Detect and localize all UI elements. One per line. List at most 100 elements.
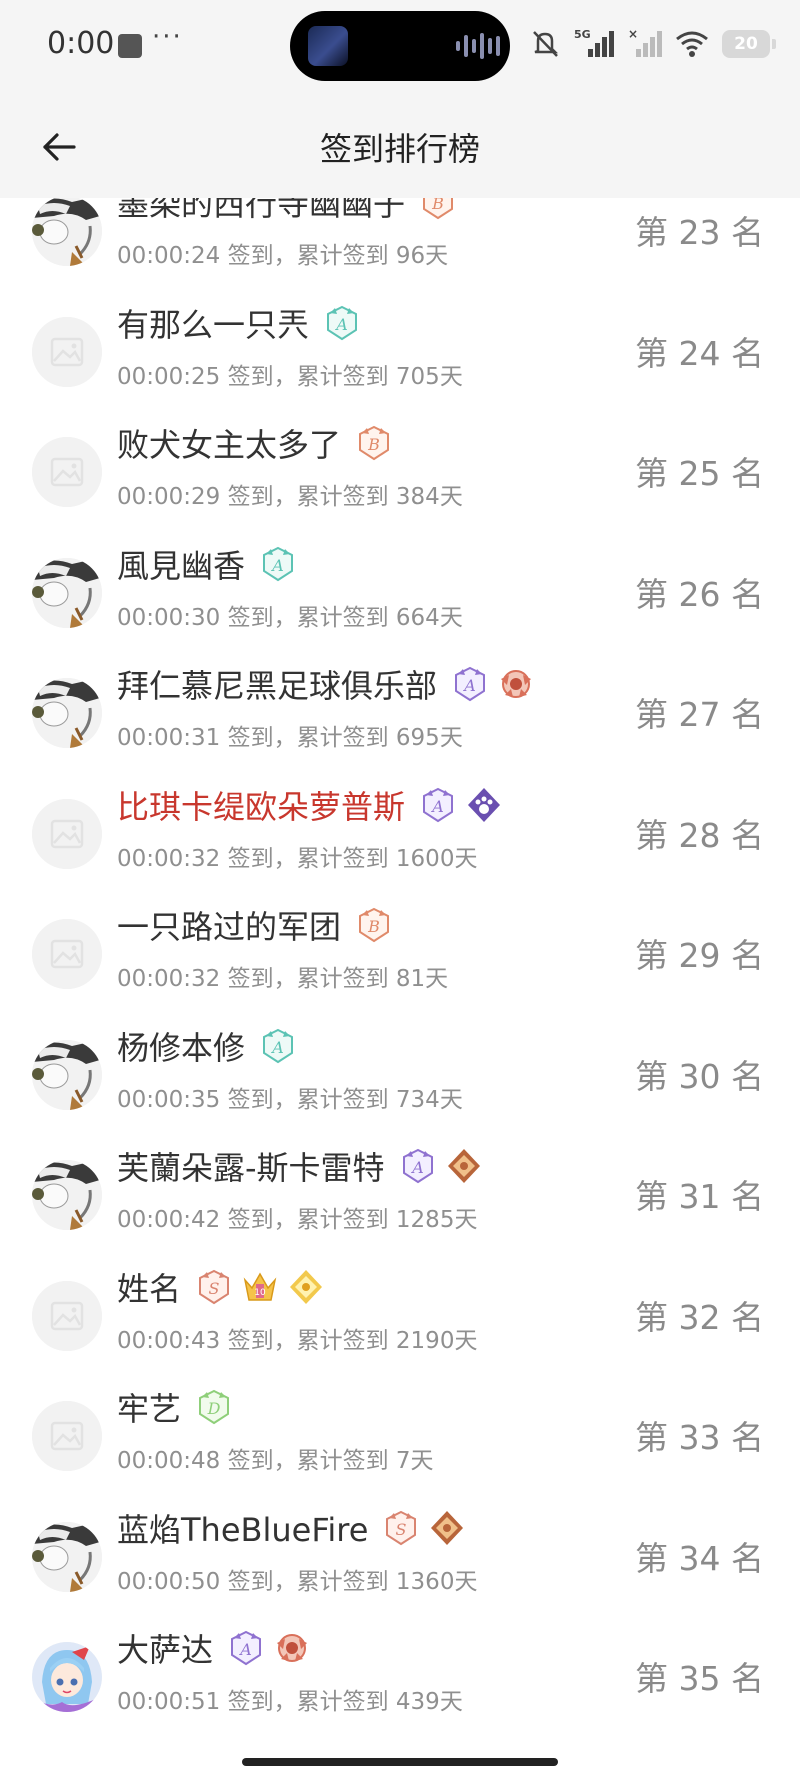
svg-text:S: S — [396, 1520, 407, 1539]
user-name[interactable]: 败犬女主太多了 — [117, 420, 341, 466]
avatar-maid-character[interactable] — [32, 198, 102, 266]
avatar-placeholder[interactable] — [32, 437, 102, 507]
badge-s-orange-icon[interactable]: S — [382, 1509, 420, 1547]
badge-a-purple-icon[interactable]: A — [227, 1629, 265, 1667]
svg-text:10: 10 — [254, 1288, 266, 1298]
status-time: 0:00 — [47, 26, 115, 61]
user-name[interactable]: 拜仁慕尼黑足球俱乐部 — [117, 661, 437, 707]
badge-gem-bronze-icon[interactable] — [428, 1509, 466, 1547]
home-indicator[interactable] — [242, 1758, 558, 1766]
ranking-row[interactable]: 大萨达 A 00:00:51 签到，累计签到 439天 第 35 名 — [0, 1620, 800, 1740]
badge-a-purple-icon[interactable]: A — [451, 665, 489, 703]
svg-text:D: D — [207, 1399, 221, 1418]
badge-a-teal-icon[interactable]: A — [259, 1027, 297, 1065]
badge-a-teal-icon[interactable]: A — [323, 304, 361, 342]
badge-group: B — [419, 198, 457, 221]
status-bar: 0:00 ··· 5G × 20 — [0, 0, 800, 96]
badge-crown-gold-icon[interactable]: 10 — [241, 1268, 279, 1306]
signal-5g-icon: 5G — [574, 28, 614, 57]
badge-group: B — [355, 424, 393, 462]
ranking-row[interactable]: 墨染的西行寺幽幽子 B 00:00:24 签到，累计签到 96天 第 23 名 — [0, 198, 800, 294]
svg-text:A: A — [410, 1158, 424, 1177]
badge-group: A — [227, 1629, 311, 1667]
badge-group: A — [323, 304, 361, 342]
avatar-anime-girl[interactable] — [32, 1642, 102, 1712]
avatar-maid-character[interactable] — [32, 557, 102, 628]
rank-label: 第 25 名 — [635, 454, 764, 493]
ranking-row[interactable]: 蓝焰TheBlueFire S 00:00:50 签到，累计签到 1360天 第… — [0, 1500, 800, 1620]
checkin-meta: 00:00:42 签到，累计签到 1285天 — [117, 1207, 478, 1233]
avatar-placeholder[interactable] — [32, 1401, 102, 1471]
checkin-meta: 00:00:35 签到，累计签到 734天 — [117, 1086, 463, 1113]
svg-text:A: A — [270, 556, 284, 575]
dynamic-island[interactable] — [290, 11, 510, 81]
ranking-row[interactable]: 杨修本修 A 00:00:35 签到，累计签到 734天 第 30 名 — [0, 1018, 800, 1138]
badge-crest-red-icon[interactable] — [497, 665, 535, 703]
user-name[interactable]: 風見幽香 — [117, 541, 245, 587]
ranking-row[interactable]: 败犬女主太多了 B 00:00:29 签到，累计签到 384天 第 25 名 — [0, 415, 800, 535]
badge-paw-purple-icon[interactable] — [465, 786, 503, 824]
badge-gem-bronze-icon[interactable] — [445, 1147, 483, 1185]
checkin-meta: 00:00:24 签到，累计签到 96天 — [117, 243, 449, 269]
checkin-meta: 00:00:30 签到，累计签到 664天 — [117, 604, 463, 631]
badge-group: S — [382, 1509, 466, 1547]
avatar-maid-character[interactable] — [32, 1039, 102, 1110]
user-name[interactable]: 有那么一只兲 — [117, 300, 309, 346]
user-name[interactable]: 一只路过的军团 — [117, 902, 341, 948]
avatar-placeholder[interactable] — [32, 316, 102, 387]
user-name[interactable]: 牢艺 — [117, 1384, 181, 1430]
svg-text:×: × — [628, 27, 638, 41]
checkin-meta: 00:00:25 签到，累计签到 705天 — [117, 363, 463, 390]
badge-a-purple-icon[interactable]: A — [399, 1147, 437, 1185]
user-name[interactable]: 比琪卡缇欧朵萝普斯 — [117, 782, 405, 828]
checkin-meta: 00:00:51 签到，累计签到 439天 — [117, 1689, 463, 1715]
avatar-placeholder[interactable] — [32, 798, 102, 869]
rank-label: 第 27 名 — [635, 695, 764, 734]
rank-label: 第 34 名 — [635, 1538, 764, 1578]
wifi-icon — [676, 31, 708, 57]
badge-gem-gold-icon[interactable] — [287, 1268, 325, 1306]
badge-a-purple-icon[interactable]: A — [419, 786, 457, 824]
badge-a-teal-icon[interactable]: A — [259, 545, 297, 583]
user-name[interactable]: 墨染的西行寺幽幽子 — [117, 198, 405, 225]
ranking-row[interactable]: 風見幽香 A 00:00:30 签到，累计签到 664天 第 26 名 — [0, 536, 800, 656]
rank-label: 第 31 名 — [635, 1177, 764, 1216]
avatar-maid-character[interactable] — [32, 1160, 102, 1230]
page-title: 签到排行榜 — [319, 130, 480, 168]
app-bar: 签到排行榜 — [0, 96, 800, 198]
ranking-row[interactable]: 一只路过的军团 B 00:00:32 签到，累计签到 81天 第 29 名 — [0, 897, 800, 1017]
avatar-maid-character[interactable] — [32, 1521, 102, 1592]
user-name[interactable]: 大萨达 — [117, 1625, 213, 1671]
avatar-maid-character[interactable] — [32, 678, 102, 748]
checkin-meta: 00:00:32 签到，累计签到 81天 — [117, 966, 449, 992]
badge-b-orange-icon[interactable]: B — [355, 424, 393, 462]
checkin-meta: 00:00:31 签到，累计签到 695天 — [117, 725, 463, 751]
ranking-row[interactable]: 拜仁慕尼黑足球俱乐部 A 00:00:31 签到，累计签到 695天 第 27 … — [0, 656, 800, 776]
ranking-row[interactable]: 牢艺 D 00:00:48 签到，累计签到 7天 第 33 名 — [0, 1379, 800, 1499]
user-name[interactable]: 芙蘭朵露-斯卡雷特 — [117, 1143, 385, 1189]
svg-text:A: A — [462, 676, 476, 695]
badge-d-green-icon[interactable]: D — [195, 1388, 233, 1426]
badge-group: A — [419, 786, 503, 824]
user-name[interactable]: 姓名 — [117, 1264, 181, 1310]
badge-crest-red-icon[interactable] — [273, 1629, 311, 1667]
user-name[interactable]: 蓝焰TheBlueFire — [117, 1505, 368, 1551]
svg-text:B: B — [367, 435, 380, 454]
ranking-list[interactable]: 墨染的西行寺幽幽子 B 00:00:24 签到，累计签到 96天 第 23 名 … — [0, 198, 800, 1740]
ranking-row[interactable]: 姓名 S 10 00:00:43 签到，累计签到 2190天 第 32 名 — [0, 1259, 800, 1379]
ranking-row[interactable]: 比琪卡缇欧朵萝普斯 A 00:00:32 签到，累计签到 1600天 第 28 … — [0, 777, 800, 897]
badge-group: A — [259, 545, 297, 583]
media-thumbnail — [308, 26, 348, 66]
rank-label: 第 28 名 — [635, 815, 764, 855]
ranking-row[interactable]: 芙蘭朵露-斯卡雷特 A 00:00:42 签到，累计签到 1285天 第 31 … — [0, 1138, 800, 1258]
rank-label: 第 29 名 — [635, 936, 764, 975]
badge-s-orange-icon[interactable]: S — [195, 1268, 233, 1306]
user-name[interactable]: 杨修本修 — [117, 1023, 245, 1069]
avatar-placeholder[interactable] — [32, 1280, 102, 1351]
checkin-meta: 00:00:43 签到，累计签到 2190天 — [117, 1327, 478, 1354]
avatar-placeholder[interactable] — [32, 919, 102, 989]
svg-text:A: A — [430, 797, 444, 816]
badge-b-orange-icon[interactable]: B — [355, 906, 393, 944]
badge-b-orange-icon[interactable]: B — [419, 198, 457, 221]
ranking-row[interactable]: 有那么一只兲 A 00:00:25 签到，累计签到 705天 第 24 名 — [0, 295, 800, 415]
